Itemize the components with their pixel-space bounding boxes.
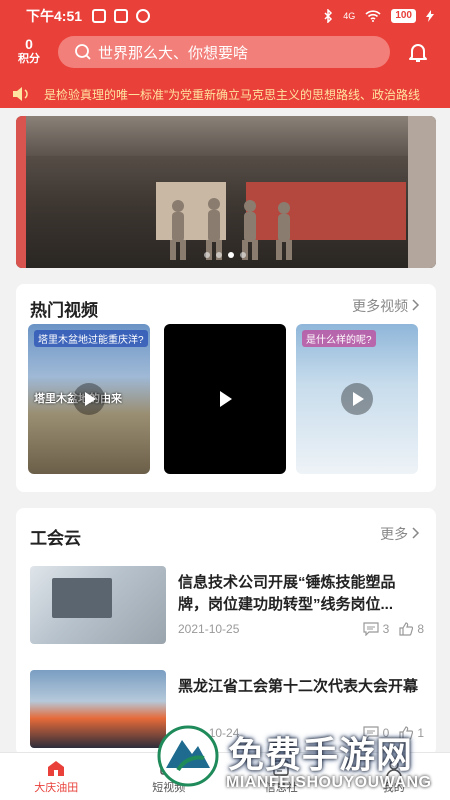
nav-label: 大庆油田: [34, 781, 79, 794]
search-icon: [75, 44, 91, 60]
status-app-icons: [92, 9, 151, 23]
bell-icon[interactable]: [406, 40, 430, 64]
announcement-marquee[interactable]: 是检验真理的唯一标准”为党重新确立马克思主义的思想路线、政治路线: [0, 80, 450, 108]
more-news-label: 更多: [380, 526, 409, 542]
watermark: 免费手游网 MIANFEISHOUYOUWANG: [156, 724, 446, 800]
network-type: 4G: [343, 11, 356, 21]
watermark-logo-icon: [157, 725, 219, 787]
gallery-app-icon: [114, 9, 129, 23]
app-header: 下午4:51 4G 100 0 积分 世界那么大、你想要啥: [0, 0, 450, 80]
status-bar: 下午4:51 4G 100: [0, 0, 450, 32]
news-title: 黑龙江省工会第十二次代表大会开幕: [178, 678, 419, 695]
watermark-subtitle: MIANFEISHOUYOUWANG: [226, 774, 432, 791]
marquee-text: 是检验真理的唯一标准”为党重新确立马克思主义的思想路线、政治路线: [44, 87, 420, 102]
more-videos-label: 更多视频: [352, 298, 409, 314]
comment-count: 3: [382, 622, 390, 636]
search-placeholder: 世界那么大、你想要啥: [98, 44, 249, 62]
speaker-icon: [13, 87, 28, 101]
points-counter[interactable]: 0 积分: [12, 36, 46, 66]
chevron-right-icon: [412, 299, 420, 311]
section-title: 工会云: [30, 529, 81, 548]
carousel-dot[interactable]: [204, 252, 210, 258]
news-title: 信息技术公司开展“锤炼技能塑品牌，岗位建功助转型”线务岗位...: [178, 574, 396, 613]
video-caption: 是什么样的呢?: [302, 330, 376, 347]
carousel-dot[interactable]: [228, 252, 234, 258]
section-title: 热门视频: [30, 301, 98, 320]
watermark-title: 免费手游网: [228, 735, 414, 776]
banner-image: [16, 116, 436, 156]
points-label: 积分: [18, 53, 40, 65]
notification-app-icon: [92, 9, 107, 23]
video-thumbnail[interactable]: 塔里木盆地过能重庆洋? 塔里木盆地的由来: [28, 324, 150, 474]
news-date: 2021-10-25: [178, 622, 240, 636]
news-thumbnail: [30, 566, 166, 644]
points-value: 0: [25, 36, 33, 52]
home-icon: [48, 760, 65, 776]
charging-icon: [426, 10, 434, 22]
news-thumbnail: [30, 670, 166, 748]
carousel-indicator: [204, 252, 246, 258]
video-thumbnail[interactable]: [164, 324, 286, 474]
video-caption: 塔里木盆地过能重庆洋?: [34, 330, 148, 347]
wechat-app-icon: [136, 9, 151, 23]
wifi-icon: [365, 10, 381, 22]
more-videos-link[interactable]: 更多视频: [352, 296, 420, 316]
banner-carousel[interactable]: [16, 116, 436, 268]
carousel-dot[interactable]: [240, 252, 246, 258]
banner-decor: [408, 116, 436, 268]
carousel-dot[interactable]: [216, 252, 222, 258]
play-icon: [220, 391, 232, 407]
comment-icon: [363, 622, 379, 636]
play-icon: [73, 383, 105, 415]
nav-tab-home[interactable]: 大庆油田: [0, 753, 113, 800]
status-indicators: 4G 100: [323, 9, 434, 23]
bluetooth-icon: [324, 9, 333, 23]
chevron-right-icon: [412, 527, 420, 539]
search-input[interactable]: 世界那么大、你想要啥: [58, 36, 390, 68]
thumbs-up-icon[interactable]: [399, 622, 414, 636]
union-cloud-section: 工会云 更多 信息技术公司开展“锤炼技能塑品牌，岗位建功助转型”线务岗位... …: [16, 508, 436, 756]
play-icon: [341, 383, 373, 415]
hot-videos-section: 热门视频 更多视频 塔里木盆地过能重庆洋? 塔里木盆地的由来 是什么样的呢?: [16, 284, 436, 492]
news-item[interactable]: 信息技术公司开展“锤炼技能塑品牌，岗位建功助转型”线务岗位... 2021-10…: [30, 566, 424, 652]
news-thumbnail: [52, 578, 112, 618]
video-thumbnail[interactable]: 是什么样的呢?: [296, 324, 418, 474]
more-news-link[interactable]: 更多: [380, 524, 420, 544]
battery-indicator: 100: [391, 9, 416, 23]
banner-decor: [16, 116, 26, 268]
like-count: 8: [417, 622, 424, 636]
news-meta: 2021-10-25 3 8: [178, 622, 424, 636]
status-time: 下午4:51: [26, 8, 83, 24]
